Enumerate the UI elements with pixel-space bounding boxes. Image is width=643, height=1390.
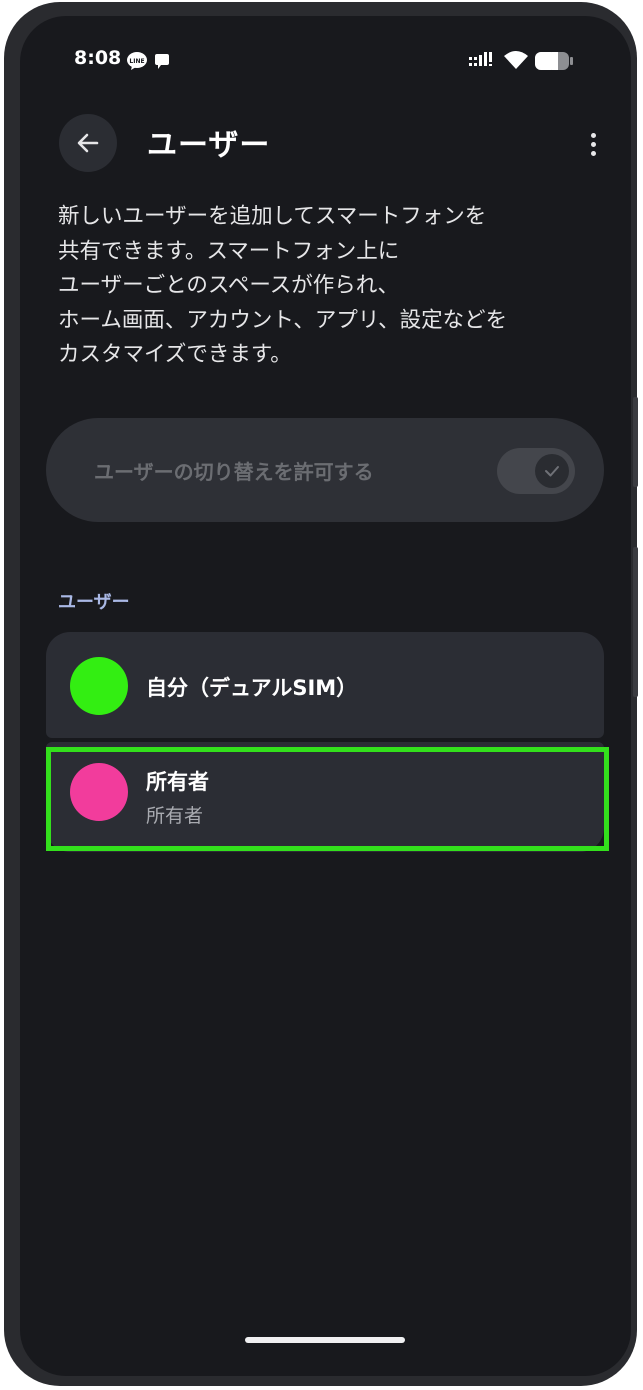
status-time: 8:08 bbox=[74, 47, 122, 69]
user-list-item[interactable]: 自分（デュアルSIM） bbox=[46, 632, 604, 738]
battery-icon bbox=[534, 51, 574, 75]
description-line: 新しいユーザーを追加してスマートフォンを bbox=[58, 204, 487, 229]
description: 新しいユーザーを追加してスマートフォンを 共有できます。スマートフォン上に ユー… bbox=[58, 200, 598, 373]
home-indicator[interactable] bbox=[245, 1337, 405, 1343]
highlight-box bbox=[46, 747, 609, 851]
avatar bbox=[70, 657, 128, 715]
user-name: 自分（デュアルSIM） bbox=[146, 676, 358, 700]
toggle-label: ユーザーの切り替えを許可する bbox=[94, 460, 374, 484]
more-options-button[interactable] bbox=[578, 124, 608, 164]
description-line: ホーム画面、アカウント、アプリ、設定などを bbox=[58, 307, 508, 333]
line-icon: LINE bbox=[126, 51, 148, 75]
phone-frame: 8:08 LINE ユーザー 新しいユーザーを追加してスマートフォンを 共有でき… bbox=[4, 2, 638, 1386]
svg-text:LINE: LINE bbox=[129, 58, 144, 65]
description-line: カスタマイズできます。 bbox=[58, 342, 292, 367]
description-line: 共有できます。スマートフォン上に bbox=[58, 238, 400, 264]
allow-user-switching-toggle[interactable] bbox=[497, 448, 575, 494]
signal-icon bbox=[469, 52, 495, 74]
users-section-header: ユーザー bbox=[58, 592, 130, 613]
description-line: ユーザーごとのスペースが作られ、 bbox=[58, 273, 399, 298]
back-button[interactable] bbox=[59, 114, 117, 172]
check-icon bbox=[545, 466, 559, 477]
page-title: ユーザー bbox=[147, 128, 271, 163]
chat-bubble-icon bbox=[152, 52, 172, 76]
power-button bbox=[633, 547, 638, 697]
toggle-thumb bbox=[535, 454, 569, 488]
arrow-back-icon bbox=[77, 133, 99, 153]
more-vertical-icon bbox=[590, 132, 596, 138]
allow-user-switching-setting[interactable]: ユーザーの切り替えを許可する bbox=[46, 418, 604, 522]
wifi-icon bbox=[503, 49, 529, 75]
status-bar: 8:08 LINE bbox=[20, 16, 631, 106]
screen: 8:08 LINE ユーザー 新しいユーザーを追加してスマートフォンを 共有でき… bbox=[20, 16, 631, 1376]
volume-button bbox=[633, 397, 638, 487]
